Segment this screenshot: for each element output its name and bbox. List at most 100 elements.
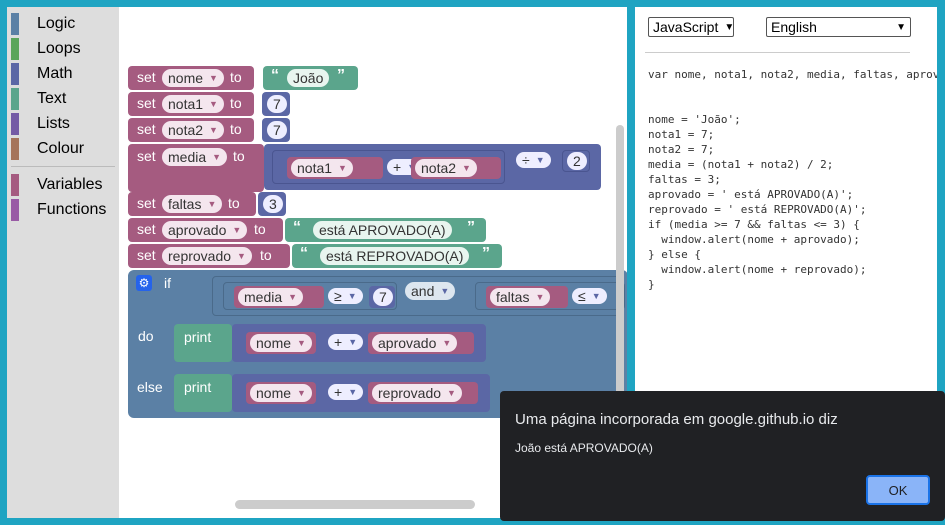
gear-icon[interactable]: ⚙ — [136, 275, 152, 291]
variable-dropdown[interactable]: faltas ▼ — [490, 288, 551, 306]
set-aprovado-block[interactable]: set aprovado ▼ to — [128, 218, 283, 242]
toolbox-item-text[interactable]: Text — [11, 88, 66, 110]
chevron-down-icon: ▼ — [212, 152, 222, 162]
else-label: else — [137, 379, 163, 395]
set-nota1-block[interactable]: set nota1 ▼ to — [128, 92, 254, 116]
text-value-field[interactable]: está APROVADO(A) — [313, 221, 452, 239]
toolbox-item-colour[interactable]: Colour — [11, 138, 84, 160]
number-block[interactable]: 2 — [562, 150, 590, 172]
arithmetic-add-block[interactable]: nome ▼ + ▼ aprovado ▼ — [232, 324, 486, 362]
chevron-down-icon: ▼ — [724, 21, 735, 33]
toolbox-item-math[interactable]: Math — [11, 63, 73, 85]
print-block[interactable]: print — [174, 374, 232, 412]
variable-get-block[interactable]: reprovado ▼ — [368, 382, 478, 404]
toolbox-item-lists[interactable]: Lists — [11, 113, 70, 135]
variable-get-block[interactable]: nota1 ▼ — [287, 157, 383, 179]
ok-button[interactable]: OK — [866, 475, 930, 505]
logic-and-block[interactable]: media ▼ ≥ ▼ 7 and ▼ faltas ▼ ≤ ▼ — [212, 276, 625, 316]
do-label: do — [138, 328, 154, 344]
text-block[interactable]: “ está APROVADO(A) ” — [285, 218, 486, 242]
number-block[interactable]: 7 — [262, 92, 290, 116]
code-line: if (media >= 7 && faltas <= 3) { — [648, 218, 860, 231]
variable-get-block[interactable]: nome ▼ — [246, 382, 316, 404]
text-block[interactable]: “ está REPROVADO(A) ” — [292, 244, 502, 268]
operator-dropdown[interactable]: +▼ — [328, 384, 364, 400]
variable-dropdown[interactable]: aprovado ▼ — [162, 221, 248, 239]
variable-dropdown[interactable]: reprovado ▼ — [372, 384, 462, 402]
chevron-down-icon: ▼ — [348, 337, 358, 347]
print-block[interactable]: print — [174, 324, 232, 362]
variable-dropdown[interactable]: nota1 ▼ — [291, 159, 353, 177]
category-swatch — [11, 113, 19, 135]
toolbox-item-variables[interactable]: Variables — [11, 174, 103, 196]
variable-dropdown[interactable]: aprovado ▼ — [372, 334, 458, 352]
code-line: aprovado = ' está APROVADO(A)'; — [648, 188, 854, 201]
number-field[interactable]: 3 — [263, 195, 283, 213]
variable-dropdown[interactable]: nome ▼ — [250, 334, 312, 352]
text-block[interactable]: “ João ” — [263, 66, 358, 90]
number-block[interactable]: 7 — [262, 118, 290, 142]
variable-dropdown[interactable]: nota2 ▼ — [162, 121, 224, 139]
operator-dropdown[interactable]: and ▼ — [405, 282, 456, 300]
arithmetic-add-block[interactable]: nome ▼ + ▼ reprovado ▼ — [232, 374, 490, 412]
variable-dropdown[interactable]: nome ▼ — [250, 384, 312, 402]
set-reprovado-block[interactable]: set reprovado ▼ to — [128, 244, 290, 268]
chevron-down-icon: ▼ — [232, 225, 242, 235]
to-label: to — [228, 195, 240, 211]
dialog-message: João está APROVADO(A) — [515, 441, 653, 455]
category-swatch — [11, 63, 19, 85]
set-nota2-block[interactable]: set nota2 ▼ to — [128, 118, 254, 142]
open-quote-icon: “ — [271, 67, 279, 84]
set-nome-block[interactable]: set nome ▼ to — [128, 66, 254, 90]
operator-dropdown[interactable]: ≤ ▼ — [572, 288, 607, 304]
locale-select[interactable]: English ▼ — [766, 17, 911, 37]
variable-dropdown[interactable]: media ▼ — [162, 148, 228, 166]
horizontal-scrollbar[interactable] — [235, 500, 475, 509]
compare-block[interactable]: faltas ▼ ≤ ▼ — [475, 282, 625, 310]
variable-get-block[interactable]: nota2 ▼ — [411, 157, 501, 179]
number-block[interactable]: 3 — [258, 192, 286, 216]
toolbox-item-logic[interactable]: Logic — [11, 13, 75, 35]
toolbox-item-functions[interactable]: Functions — [11, 199, 106, 221]
category-swatch — [11, 88, 19, 110]
arithmetic-divide-block[interactable]: nota1▼ +▼ nota2▼ ÷▼ 2 — [264, 144, 601, 190]
number-field[interactable]: 7 — [267, 121, 287, 139]
category-swatch — [11, 199, 19, 221]
chevron-down-icon: ▼ — [591, 291, 601, 301]
variable-get-block[interactable]: aprovado ▼ — [368, 332, 474, 354]
variable-dropdown[interactable]: faltas ▼ — [162, 195, 223, 213]
variable-get-block[interactable]: nome ▼ — [246, 332, 316, 354]
operator-dropdown[interactable]: +▼ — [328, 334, 364, 350]
variable-dropdown[interactable]: reprovado ▼ — [162, 247, 252, 265]
chevron-down-icon: ▼ — [535, 155, 545, 165]
language-select[interactable]: JavaScript ▼ — [648, 17, 734, 37]
toolbox-label: Math — [37, 65, 73, 82]
variable-get-block[interactable]: media ▼ — [234, 286, 324, 308]
code-line: } — [648, 278, 655, 291]
set-media-block[interactable]: set media ▼ to — [128, 144, 264, 192]
code-line: window.alert(nome + reprovado); — [648, 263, 867, 276]
text-value-field[interactable]: João — [287, 69, 330, 87]
number-field[interactable]: 7 — [373, 288, 393, 306]
chevron-down-icon: ▼ — [896, 21, 906, 33]
toolbox-label: Lists — [37, 115, 70, 132]
number-field[interactable]: 7 — [267, 95, 287, 113]
number-block[interactable]: 7 — [369, 286, 395, 308]
toolbox-item-loops[interactable]: Loops — [11, 38, 81, 60]
text-value-field[interactable]: está REPROVADO(A) — [320, 247, 470, 265]
set-faltas-block[interactable]: set faltas ▼ to — [128, 192, 256, 216]
variable-dropdown[interactable]: nome ▼ — [162, 69, 224, 87]
arithmetic-add-block[interactable]: nota1▼ +▼ nota2▼ — [272, 150, 505, 184]
operator-dropdown[interactable]: ≥ ▼ — [328, 288, 363, 304]
variable-dropdown[interactable]: nota1 ▼ — [162, 95, 224, 113]
variable-dropdown[interactable]: nota2 ▼ — [415, 159, 477, 177]
operator-dropdown[interactable]: ÷ ▼ — [516, 152, 551, 168]
variable-get-block[interactable]: faltas ▼ — [486, 286, 568, 308]
set-label: set — [137, 121, 156, 137]
chevron-down-icon: ▼ — [297, 338, 306, 348]
close-quote-icon: ” — [337, 67, 345, 84]
compare-block[interactable]: media ▼ ≥ ▼ 7 — [223, 282, 397, 310]
variable-dropdown[interactable]: media ▼ — [238, 288, 304, 306]
number-field[interactable]: 2 — [567, 152, 587, 170]
